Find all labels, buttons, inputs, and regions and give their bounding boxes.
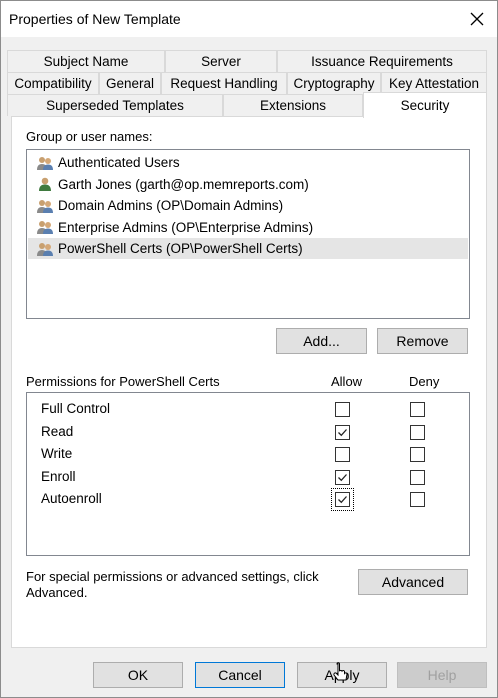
list-item[interactable]: Domain Admins (OP\Domain Admins) [28,195,468,216]
tab-label: Subject Name [43,54,129,69]
deny-header: Deny [409,374,440,389]
tab-server[interactable]: Server [165,50,277,72]
tab-cryptography[interactable]: Cryptography [287,72,381,94]
permission-row: Full Control [27,398,467,420]
permission-row: Write [27,443,467,465]
tab-label: Key Attestation [388,76,480,91]
tab-label: General [105,76,155,91]
advanced-button-label: Advanced [381,574,445,590]
tab-issuance-requirements[interactable]: Issuance Requirements [277,50,487,72]
tab-label: Cryptography [293,76,375,91]
add-button[interactable]: Add... [276,328,367,354]
tab-compatibility[interactable]: Compatibility [7,72,99,94]
tab-label: Extensions [259,98,327,113]
permission-row: Read [27,421,467,443]
mouse-pointer-icon [333,662,348,681]
allow-checkbox[interactable] [335,402,350,417]
allow-header: Allow [331,374,363,389]
help-button[interactable]: Help [397,662,487,688]
ok-button-label: OK [127,667,149,683]
permission-name: Autoenroll [41,491,102,506]
deny-checkbox[interactable] [410,402,425,417]
properties-dialog: Properties of New Template Subject Name … [0,0,498,698]
tab-label: Server [201,54,241,69]
list-item-label: PowerShell Certs (OP\PowerShell Certs) [58,241,303,256]
permission-name: Full Control [41,401,111,416]
tab-label: Superseded Templates [46,98,184,113]
remove-button[interactable]: Remove [377,328,468,354]
permissions-label: Permissions for PowerShell Certs [26,374,220,389]
list-item-label: Domain Admins (OP\Domain Admins) [58,198,284,213]
focus-rectangle [331,488,354,511]
tab-label: Compatibility [14,76,92,91]
tab-label: Security [400,98,450,113]
tab-request-handling[interactable]: Request Handling [161,72,287,94]
permission-name: Enroll [41,468,76,484]
tab-label: Issuance Requirements [311,54,453,69]
tab-label: Request Handling [170,76,278,91]
list-item[interactable]: Garth Jones (garth@op.memreports.com) [28,174,468,195]
advanced-button[interactable]: Advanced [358,569,468,595]
tab-key-attestation[interactable]: Key Attestation [381,72,487,94]
allow-checkbox[interactable] [335,447,350,462]
users-group-icon [37,156,53,170]
user-icon [39,177,51,191]
title-bar: Properties of New Template [1,1,497,37]
permission-row: Autoenroll [27,488,467,511]
permissions-list: Full Control Read Write Enroll Autoenroll [26,392,470,556]
advanced-hint-line2: Advanced. [26,585,88,600]
users-group-icon [37,221,53,234]
window-title: Properties of New Template [9,11,181,27]
advanced-hint-line1: For special permissions or advanced sett… [26,569,319,584]
permission-row: Enroll [27,466,467,488]
tab-security[interactable]: Security [363,92,487,118]
permission-name: Read [41,423,74,439]
list-item-label: Garth Jones (garth@op.memreports.com) [58,176,309,192]
list-item[interactable]: PowerShell Certs (OP\PowerShell Certs) [28,238,468,259]
list-item-label: Enterprise Admins (OP\Enterprise Admins) [58,219,314,235]
cancel-button[interactable]: Cancel [195,662,285,688]
deny-checkbox[interactable] [410,424,425,440]
group-user-list[interactable]: Authenticated Users Garth Jones (garth@op… [26,149,470,319]
allow-checkbox[interactable] [335,424,350,440]
ok-button[interactable]: OK [93,662,183,688]
add-button-label: Add... [303,333,340,349]
deny-checkbox[interactable] [410,469,425,485]
tab-extensions[interactable]: Extensions [223,94,363,116]
close-button[interactable] [463,5,491,33]
close-icon [470,12,484,26]
group-list-label: Group or user names: [26,129,153,144]
users-group-icon [37,242,53,256]
list-item[interactable]: Enterprise Admins (OP\Enterprise Admins) [28,217,468,238]
remove-button-label: Remove [396,333,449,349]
cancel-button-label: Cancel [218,667,262,683]
deny-checkbox[interactable] [410,447,425,462]
list-item-label: Authenticated Users [58,155,180,170]
help-button-label: Help [427,667,457,683]
permission-name: Write [41,446,73,461]
tab-general[interactable]: General [99,72,161,94]
tab-subject-name[interactable]: Subject Name [7,50,165,72]
deny-checkbox[interactable] [410,492,425,507]
allow-checkbox[interactable] [335,469,350,485]
users-group-icon [37,199,53,213]
tab-superseded-templates[interactable]: Superseded Templates [7,94,223,116]
list-item[interactable]: Authenticated Users [28,152,468,173]
